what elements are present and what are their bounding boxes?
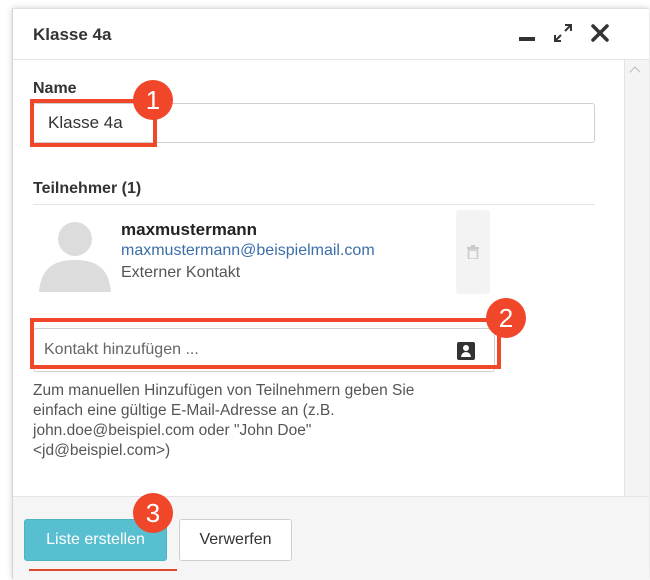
help-line: john.doe@beispiel.com oder "John Doe" [33, 422, 312, 439]
delete-participant-button[interactable] [456, 210, 490, 294]
scroll-up-icon[interactable] [629, 66, 641, 78]
trash-icon [467, 245, 479, 260]
help-text: Zum manuellen Hinzufügen von Teilnehmern… [33, 381, 503, 461]
participant-name: maxmustermann [121, 220, 258, 239]
close-icon[interactable] [588, 21, 612, 45]
participants-label: Teilnehmer (1) [33, 180, 142, 197]
participant-email[interactable]: maxmustermann@beispielmail.com [121, 242, 375, 260]
help-line: <jd@beispiel.com>) [33, 442, 171, 459]
callout-badge-1: 1 [133, 80, 173, 120]
expand-icon[interactable] [551, 21, 575, 45]
callout-badge-2: 2 [486, 298, 526, 338]
minimize-icon[interactable] [517, 21, 541, 45]
divider [33, 204, 595, 205]
help-line: einfach eine gültige E-Mail-Adresse an (… [33, 402, 335, 419]
discard-button[interactable]: Verwerfen [179, 519, 292, 561]
avatar [35, 212, 115, 292]
dialog-footer: Liste erstellen Verwerfen [13, 496, 649, 580]
help-line: Zum manuellen Hinzufügen von Teilnehmern… [33, 382, 415, 399]
participant-type: Externer Kontakt [121, 264, 241, 281]
callout-badge-3: 3 [133, 493, 173, 533]
scrollbar[interactable] [624, 60, 649, 496]
dialog: Klasse 4a Name Teilnehmer (1) maxmusterm… [12, 8, 649, 580]
dialog-title: Klasse 4a [33, 25, 112, 44]
focus-underline [29, 569, 177, 571]
highlight-contact-field [30, 318, 501, 369]
name-label: Name [33, 80, 77, 97]
dialog-header: Klasse 4a [13, 9, 649, 60]
